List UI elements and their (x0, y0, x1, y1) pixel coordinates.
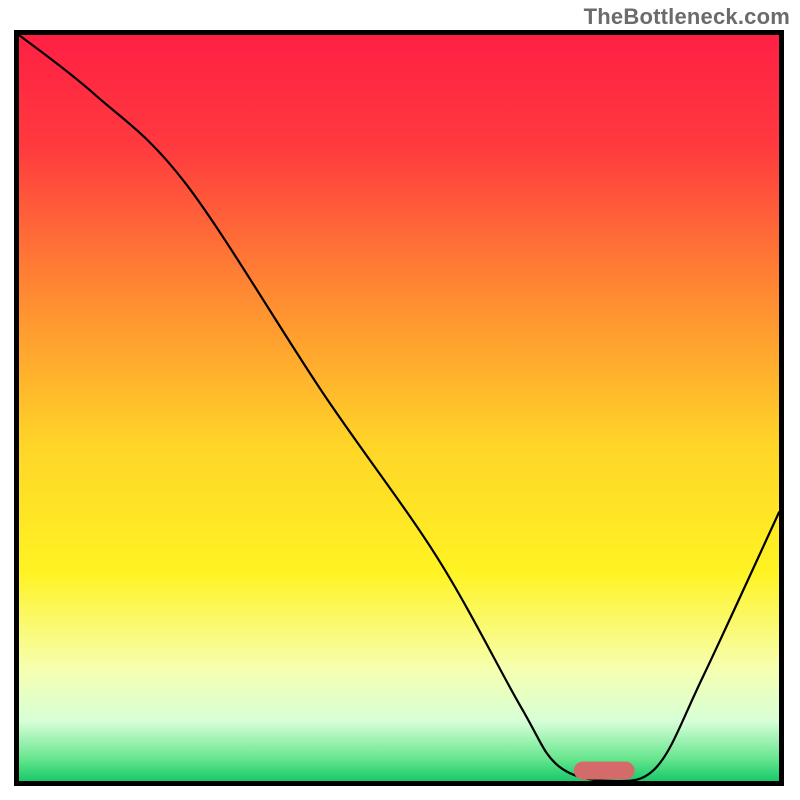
chart-container: TheBottleneck.com (0, 0, 800, 800)
optimal-range-marker (574, 762, 635, 780)
chart-background (19, 35, 779, 781)
chart-svg (19, 35, 779, 781)
watermark-text: TheBottleneck.com (584, 4, 790, 30)
plot-area (14, 30, 784, 786)
